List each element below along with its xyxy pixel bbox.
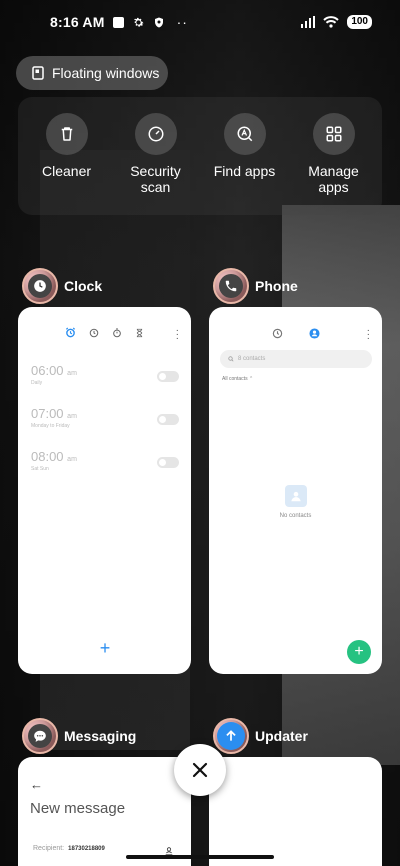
find-apps-button[interactable]: Find apps bbox=[202, 113, 288, 215]
contact-card-icon bbox=[284, 485, 307, 507]
recents-tab-icon bbox=[272, 328, 282, 339]
add-contact-button[interactable]: + bbox=[347, 640, 371, 664]
phone-tabs bbox=[209, 328, 382, 339]
status-time: 8:16 AM bbox=[50, 14, 105, 30]
more-dots-icon: ·· bbox=[176, 14, 188, 30]
messaging-app-header[interactable]: Messaging bbox=[22, 718, 136, 754]
list-item[interactable]: 07:00 am Monday to Friday bbox=[18, 406, 191, 449]
back-arrow-icon[interactable]: ← bbox=[30, 777, 43, 792]
clock-app-card[interactable]: · · · 06:00 am Daily 07:00 am Monday to Fr… bbox=[18, 307, 191, 674]
cleaner-button[interactable]: Cleaner bbox=[24, 113, 110, 215]
signal-icon bbox=[301, 16, 316, 28]
chevron-updown-icon: ⌃ bbox=[248, 376, 254, 382]
arrow-up-icon bbox=[226, 730, 236, 741]
status-bar: 8:16 AM ·· 100 bbox=[0, 0, 400, 44]
grid-icon bbox=[326, 126, 341, 142]
phone-app-icon bbox=[213, 268, 249, 304]
more-options-icon[interactable]: · · · bbox=[176, 326, 179, 344]
security-scan-label: Security scan bbox=[130, 163, 181, 195]
find-apps-label: Find apps bbox=[213, 163, 276, 179]
battery-icon: 100 bbox=[347, 15, 372, 29]
recipient-row[interactable]: Recipient: 18730218809 bbox=[33, 845, 105, 852]
search-placeholder: 8 contacts bbox=[238, 356, 266, 362]
gear-icon bbox=[133, 17, 144, 27]
empty-state: No contacts bbox=[209, 485, 382, 519]
clock-app-header[interactable]: Clock bbox=[22, 268, 102, 304]
gauge-icon bbox=[148, 126, 163, 142]
contacts-filter-dropdown[interactable]: All contacts ⌃ bbox=[222, 376, 382, 382]
more-options-icon[interactable]: · · · bbox=[367, 326, 370, 344]
list-item[interactable]: 08:00 am Sat Sun bbox=[18, 449, 191, 492]
new-message-title: New message bbox=[30, 800, 126, 817]
world-clock-tab-icon bbox=[89, 328, 99, 337]
wifi-icon bbox=[323, 16, 340, 28]
list-item[interactable]: 06:00 am Daily bbox=[18, 363, 191, 406]
close-icon bbox=[192, 762, 208, 778]
clock-app-name: Clock bbox=[64, 278, 103, 294]
clock-app-icon bbox=[22, 268, 58, 304]
trash-icon bbox=[61, 127, 72, 141]
manage-apps-button[interactable]: Manage apps bbox=[291, 113, 377, 215]
cleaner-label: Cleaner bbox=[41, 163, 92, 179]
messaging-app-icon bbox=[22, 718, 58, 754]
add-alarm-button[interactable]: + bbox=[95, 638, 115, 658]
alarm-toggle[interactable] bbox=[157, 414, 179, 425]
clock-icon bbox=[34, 280, 46, 292]
contacts-search-input[interactable]: 8 contacts bbox=[220, 350, 372, 368]
chat-bubble-icon bbox=[34, 730, 46, 742]
security-scan-button[interactable]: Security scan bbox=[113, 113, 199, 215]
floating-window-icon bbox=[32, 66, 44, 80]
manage-apps-label: Manage apps bbox=[308, 163, 359, 195]
shield-icon bbox=[154, 17, 163, 27]
no-contacts-text: No contacts bbox=[279, 513, 312, 519]
screen-record-icon bbox=[112, 16, 124, 28]
floating-windows-button[interactable]: Floating windows bbox=[16, 56, 168, 90]
alarm-toggle[interactable] bbox=[157, 371, 179, 382]
alarm-tab-icon bbox=[65, 327, 76, 338]
clear-all-button[interactable] bbox=[174, 744, 226, 796]
phone-icon bbox=[225, 280, 237, 292]
timer-tab-icon bbox=[136, 328, 143, 337]
phone-app-card[interactable]: · · · 8 contacts All contacts ⌃ No contact… bbox=[209, 307, 382, 674]
home-indicator[interactable] bbox=[126, 855, 274, 859]
quick-actions-panel: Cleaner Security scan Find apps Manage a… bbox=[18, 97, 382, 215]
updater-app-header[interactable]: Updater bbox=[213, 718, 308, 754]
clock-tabs bbox=[18, 327, 191, 338]
stopwatch-tab-icon bbox=[113, 327, 121, 337]
updater-app-name: Updater bbox=[255, 728, 308, 744]
contacts-tab-icon bbox=[308, 328, 320, 339]
search-icon bbox=[228, 356, 234, 362]
phone-app-header[interactable]: Phone bbox=[213, 268, 298, 304]
messaging-app-card[interactable]: ← New message Recipient: 18730218809 bbox=[18, 757, 191, 866]
alarm-list: 06:00 am Daily 07:00 am Monday to Friday… bbox=[18, 363, 191, 492]
phone-app-name: Phone bbox=[255, 278, 298, 294]
floating-windows-label: Floating windows bbox=[52, 65, 160, 81]
updater-app-card[interactable] bbox=[209, 757, 382, 866]
messaging-app-name: Messaging bbox=[64, 728, 137, 744]
updater-app-icon bbox=[213, 718, 249, 754]
alarm-toggle[interactable] bbox=[157, 457, 179, 468]
find-apps-icon bbox=[237, 126, 252, 142]
